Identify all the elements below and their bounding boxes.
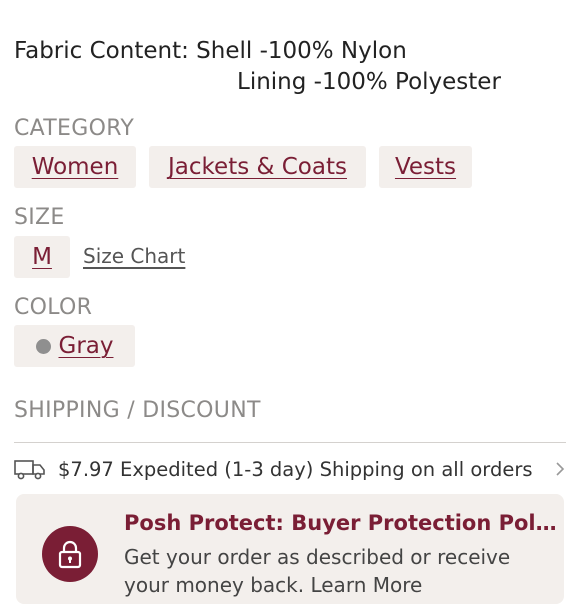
category-chip-jackets-coats[interactable]: Jackets & Coats <box>149 146 366 188</box>
shipping-text: $7.97 Expedited (1-3 day) Shipping on al… <box>58 457 533 481</box>
previous-text-line: · <box>14 0 21 11</box>
size-chip[interactable]: M <box>14 236 70 278</box>
protect-description: Get your order as described or receive <box>124 545 511 569</box>
category-chip-label[interactable]: Women <box>32 154 119 180</box>
lock-icon <box>42 526 98 582</box>
category-chip-label[interactable]: Jackets & Coats <box>168 154 347 180</box>
size-chip-label[interactable]: M <box>32 244 52 270</box>
fabric-line-shell: Fabric Content: Shell -100% Nylon <box>14 38 407 64</box>
color-chip[interactable]: Gray <box>14 325 135 367</box>
category-chip-vests[interactable]: Vests <box>379 146 472 188</box>
shipping-row[interactable]: $7.97 Expedited (1-3 day) Shipping on al… <box>14 454 566 484</box>
category-label: CATEGORY <box>14 116 135 141</box>
color-label: COLOR <box>14 295 93 320</box>
color-swatch <box>35 338 51 354</box>
category-chip-women[interactable]: Women <box>14 146 136 188</box>
truck-icon <box>14 460 45 480</box>
fabric-content: Fabric Content: Shell -100% Nylon Lining… <box>14 36 501 98</box>
size-chart-link[interactable]: Size Chart <box>83 244 185 268</box>
divider <box>14 442 566 443</box>
protect-title: Posh Protect: Buyer Protection Pol… <box>124 511 557 535</box>
protect-description-2: your money back. Learn More <box>124 573 423 597</box>
color-chip-label[interactable]: Gray <box>59 333 114 359</box>
fabric-line-lining: Lining -100% Polyester <box>237 69 501 95</box>
posh-protect-card[interactable]: Posh Protect: Buyer Protection Pol… Get … <box>16 494 564 604</box>
shipping-label: SHIPPING / DISCOUNT <box>14 398 261 423</box>
size-label: SIZE <box>14 205 65 230</box>
chevron-right-icon[interactable] <box>554 461 566 477</box>
category-chip-label[interactable]: Vests <box>395 154 456 180</box>
